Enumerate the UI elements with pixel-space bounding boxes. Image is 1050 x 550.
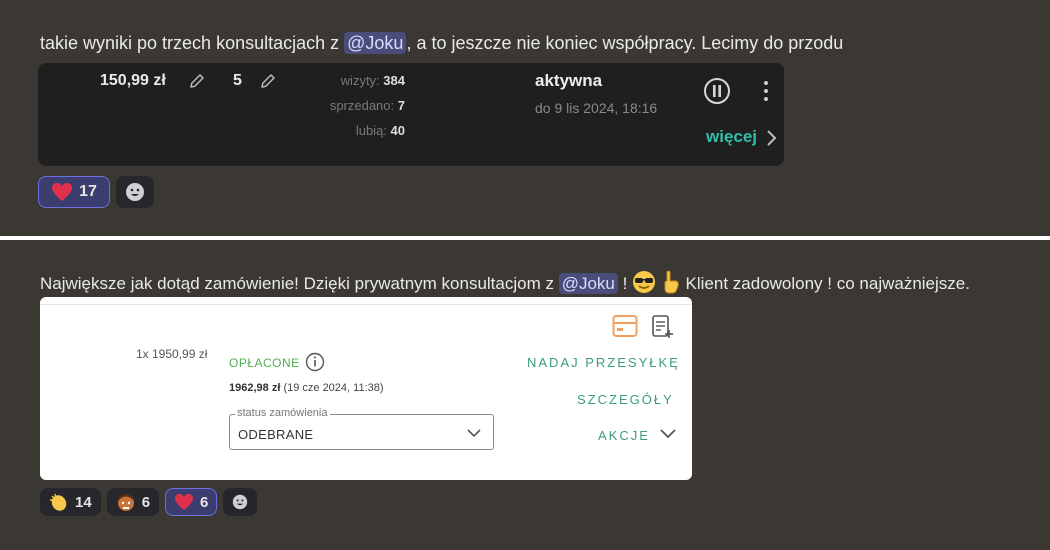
- chevron-right-icon[interactable]: [765, 129, 777, 152]
- stat-visits-value: 384: [383, 73, 405, 88]
- add-reaction-button-2[interactable]: [223, 488, 258, 516]
- reaction-heart[interactable]: 17: [38, 176, 110, 208]
- order-card: 1x 1950,99 zł OPŁACONE 1962,98 zł (19 cz…: [40, 297, 692, 480]
- message-divider: [0, 236, 1050, 240]
- edit-price-pencil-icon[interactable]: [188, 72, 206, 95]
- stat-sold-value: 7: [397, 98, 405, 113]
- kebab-menu-icon[interactable]: [762, 80, 770, 107]
- reaction-face[interactable]: 6: [106, 488, 160, 516]
- reaction-heart-2[interactable]: 6: [165, 488, 218, 516]
- reaction-clap[interactable]: 14: [40, 488, 101, 516]
- order-status-select-value: ODEBRANE: [238, 427, 314, 442]
- stat-sold-label: sprzedano:: [329, 98, 395, 113]
- mention-joku[interactable]: @Joku: [344, 32, 407, 54]
- stat-likes-label: lubią:: [355, 123, 387, 138]
- message-2-text-before: Największe jak dotąd zamówienie! Dzięki …: [40, 274, 559, 293]
- actions-dropdown-label: AKCJE: [598, 428, 650, 443]
- details-link[interactable]: SZCZEGÓŁY: [577, 392, 674, 407]
- clap-icon: [50, 493, 67, 511]
- listing-quantity: 5: [233, 72, 242, 89]
- order-total-date: (19 cze 2024, 11:38): [283, 382, 384, 394]
- reaction-face-count: 6: [141, 493, 151, 511]
- order-total-amount: 1962,98 zł: [229, 382, 281, 394]
- shipment-box-icon[interactable]: [612, 314, 638, 343]
- order-status-select-label: status zamówienia: [235, 407, 330, 419]
- mention-joku-2[interactable]: @Joku: [558, 273, 618, 294]
- order-total: 1962,98 zł (19 cze 2024, 11:38): [229, 382, 384, 394]
- message-2-text-mid: !: [617, 274, 628, 293]
- reactions-bar-1: 17: [38, 176, 154, 208]
- info-icon[interactable]: [305, 352, 325, 377]
- order-quantity-price: 1x 1950,99 zł: [136, 347, 208, 361]
- ship-package-link[interactable]: NADAJ PRZESYŁKĘ: [527, 355, 680, 370]
- listing-status: aktywna: [535, 71, 603, 90]
- paid-status: OPŁACONE: [229, 356, 300, 370]
- order-status-select[interactable]: status zamówienia ODEBRANE: [229, 407, 494, 450]
- heart-icon: [52, 182, 73, 202]
- actions-dropdown[interactable]: AKCJE: [598, 428, 676, 443]
- order-card-top-border: [40, 297, 692, 305]
- message-1-text: takie wyniki po trzech konsultacjach z @…: [40, 32, 844, 54]
- listing-card: 150,99 zł 5 wizyty: 384 sprzedano: 7 lub…: [38, 63, 784, 166]
- actions-chevron-down-icon: [659, 429, 676, 439]
- add-reaction-button[interactable]: [116, 176, 154, 208]
- reactions-bar-2: 14 6 6: [40, 488, 258, 516]
- face-icon: [117, 494, 134, 511]
- pointing-up-emoji-icon: [664, 270, 679, 294]
- more-link[interactable]: więcej: [706, 127, 757, 147]
- stat-visits: wizyty: 384: [295, 73, 405, 88]
- stat-sold: sprzedano: 7: [295, 98, 405, 113]
- message-1-text-before: takie wyniki po trzech konsultacjach z: [40, 33, 345, 53]
- more-link-label: więcej: [706, 127, 758, 146]
- message-2-text-after: Klient zadowolony ! co najważniejsze.: [685, 274, 970, 293]
- stat-likes: lubią: 40: [295, 123, 405, 138]
- smiley-icon: [126, 183, 144, 201]
- heart-icon: [175, 493, 194, 511]
- stat-visits-label: wizyty:: [340, 73, 380, 88]
- message-1-text-after: , a to jeszcze nie koniec współpracy. Le…: [406, 33, 844, 53]
- chevron-down-icon: [467, 429, 481, 438]
- add-note-clipboard-icon[interactable]: [651, 313, 673, 344]
- sunglasses-emoji-icon: [633, 271, 656, 293]
- listing-price: 150,99 zł: [100, 72, 166, 89]
- stat-likes-value: 40: [390, 123, 405, 138]
- pause-icon[interactable]: [703, 77, 731, 110]
- reaction-heart-2-count: 6: [200, 493, 209, 511]
- edit-quantity-pencil-icon[interactable]: [259, 72, 277, 95]
- listing-until-date: do 9 lis 2024, 18:16: [535, 100, 658, 116]
- reaction-count: 17: [79, 183, 97, 200]
- smiley-icon: [233, 494, 248, 510]
- message-2-text: Największe jak dotąd zamówienie! Dzięki …: [40, 270, 970, 294]
- reaction-clap-count: 14: [75, 493, 92, 511]
